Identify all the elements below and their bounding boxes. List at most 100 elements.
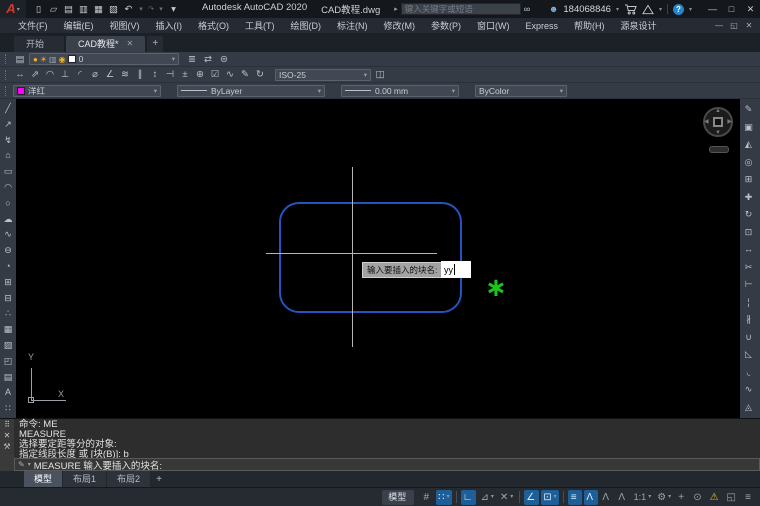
command-close-icon[interactable]: ✕ [4,431,11,440]
join-icon[interactable]: ∪ [742,329,756,347]
blend-curves-icon[interactable]: ∿ [742,381,756,399]
drawing-canvas[interactable]: ∗ 输入要插入的块名: yy Y X ▲▼▶◀ [16,99,740,418]
layer-match-icon[interactable]: ⇄ [201,53,215,66]
dim-baseline-icon[interactable]: ∥ [133,68,147,81]
status-icon[interactable] [456,491,457,503]
annotation-visibility-icon[interactable]: Ʌ [584,490,598,505]
isometric-drafting-icon[interactable]: ✕ ▾ [498,490,515,505]
layer-viewport-freeze-icon[interactable]: ▥ [49,55,57,64]
dim-style-manager-icon[interactable]: ◫ [373,68,387,81]
dim-aligned-icon[interactable]: ⇗ [28,68,42,81]
app-menu-caret-icon[interactable]: ▾ [659,6,662,13]
construction-line-icon[interactable]: ↗ [1,117,15,133]
user-menu-caret-icon[interactable]: ▾ [616,6,619,13]
trim-icon[interactable]: ✂ [742,259,756,277]
object-snap-tracking-icon[interactable]: ∠ [524,490,539,505]
menubar-item[interactable]: Express [518,18,567,34]
linetype-caret-icon[interactable]: ▾ [318,87,321,95]
object-snap-icon[interactable]: ⊡ ▾ [541,490,558,505]
dim-edit-icon[interactable]: ✎ [238,68,252,81]
tab-start[interactable]: 开始 [14,36,64,52]
print-icon[interactable]: ▧ [107,3,120,16]
annotation-scale-value[interactable]: 1:1 ▾ [632,490,654,505]
clean-screen-icon[interactable]: ◱ [725,490,740,505]
lineweight-caret-icon[interactable]: ▾ [452,87,455,95]
revision-cloud-icon[interactable]: ☁ [1,212,15,228]
layer-unlock-icon[interactable]: ◉ [59,55,66,64]
help-caret-icon[interactable]: ▾ [689,6,692,13]
dim-update-icon[interactable]: ↻ [253,68,267,81]
open-icon[interactable]: ▱ [47,3,60,16]
grid-display-icon[interactable]: # [420,490,434,505]
qat-customize-icon[interactable]: ▾ [167,3,180,16]
menubar-item[interactable]: 参数(P) [423,18,469,34]
tab-model[interactable]: 模型 [24,471,63,487]
app-store-cart-icon[interactable] [624,4,637,15]
redo-icon[interactable]: ↷ [147,3,155,16]
help-search-input[interactable] [401,3,521,15]
search-icon[interactable]: ∞ [524,4,530,14]
isolate-objects-icon[interactable]: ⊙ [691,490,705,505]
gradient-icon[interactable]: ▨ [1,338,15,354]
status-icon[interactable] [563,491,564,503]
hatch-icon[interactable]: ▦ [1,322,15,338]
doc-close-button[interactable]: ✕ [742,21,756,30]
layer-dropdown[interactable]: ● ☀ ▥ ◉ 0 ▾ [29,53,179,65]
help-icon[interactable]: ? [673,4,684,15]
navigation-wheel[interactable]: ▲▼▶◀ [703,107,733,137]
region-icon[interactable]: ◰ [1,354,15,370]
dim-continue-icon[interactable]: ↕ [148,68,162,81]
menubar-item[interactable]: 帮助(H) [566,18,613,34]
rotate-icon[interactable]: ↻ [742,206,756,224]
menubar-item[interactable]: 格式(O) [190,18,237,34]
break-at-point-icon[interactable]: ¦ [742,294,756,312]
redo-caret-icon[interactable]: ▾ [157,3,165,16]
dim-tolerance-icon[interactable]: ⊕ [193,68,207,81]
mirror-icon[interactable]: ◭ [742,136,756,154]
menubar-item[interactable]: 工具(T) [237,18,283,34]
menubar-item[interactable]: 窗口(W) [469,18,518,34]
toolbar-grip[interactable] [5,86,7,96]
signed-in-user-id[interactable]: 184068846 [563,4,611,15]
drag-handle-icon[interactable]: ⠿ [4,420,10,429]
workspace-gear-icon[interactable]: ⚙ ▾ [655,490,673,505]
block-name-input[interactable]: yy [441,261,471,278]
save-as-icon[interactable]: ▥ [77,3,90,16]
lineweight-dropdown[interactable]: 0.00 mm ▾ [341,85,459,97]
break-icon[interactable]: ∦ [742,311,756,329]
crosshair-icon[interactable]: + [675,490,689,505]
menubar-item[interactable]: 标注(N) [329,18,376,34]
insert-block-icon[interactable]: ⊞ [1,275,15,291]
multiline-text-icon[interactable]: A [1,385,15,401]
dim-diameter-icon[interactable]: ⌀ [88,68,102,81]
close-button[interactable]: ✕ [741,0,760,18]
dim-space-icon[interactable]: ⊣ [163,68,177,81]
layer-dropdown-caret-icon[interactable]: ▾ [172,55,175,63]
status-icon[interactable] [519,491,520,503]
snap-mode-icon[interactable]: ∷ ▾ [436,490,451,505]
dim-style-dropdown[interactable]: ISO-25 ▾ [275,69,371,81]
toolbar-grip[interactable] [5,70,7,80]
autodesk-app-icon[interactable] [642,4,654,15]
rectangle-icon[interactable]: ▭ [1,164,15,180]
customize-wrench-icon[interactable]: ⚒ [3,442,10,451]
undo-caret-icon[interactable]: ▾ [137,3,145,16]
offset-icon[interactable]: ◎ [742,154,756,172]
circle-icon[interactable]: ○ [1,196,15,212]
navbar-toggle[interactable] [709,146,729,153]
dim-angular-icon[interactable]: ∠ [103,68,117,81]
plot-style-dropdown[interactable]: ByColor ▾ [475,85,567,97]
dim-radius-icon[interactable]: ◜ [73,68,87,81]
plot-icon[interactable]: ▦ [92,3,105,16]
dim-jogged-icon[interactable]: ∿ [223,68,237,81]
layer-properties-manager-icon[interactable]: ▤ [13,53,27,66]
array-icon[interactable]: ⊞ [742,171,756,189]
doc-minimize-button[interactable]: — [712,21,726,30]
chamfer-icon[interactable]: ◺ [742,346,756,364]
color-caret-icon[interactable]: ▾ [154,87,157,95]
table-icon[interactable]: ▤ [1,370,15,386]
recent-commands-icon[interactable]: ✎ [18,460,25,469]
stretch-icon[interactable]: ↔ [742,241,756,259]
tab-layout2[interactable]: 布局2 [107,471,151,487]
extend-icon[interactable]: ⊢ [742,276,756,294]
